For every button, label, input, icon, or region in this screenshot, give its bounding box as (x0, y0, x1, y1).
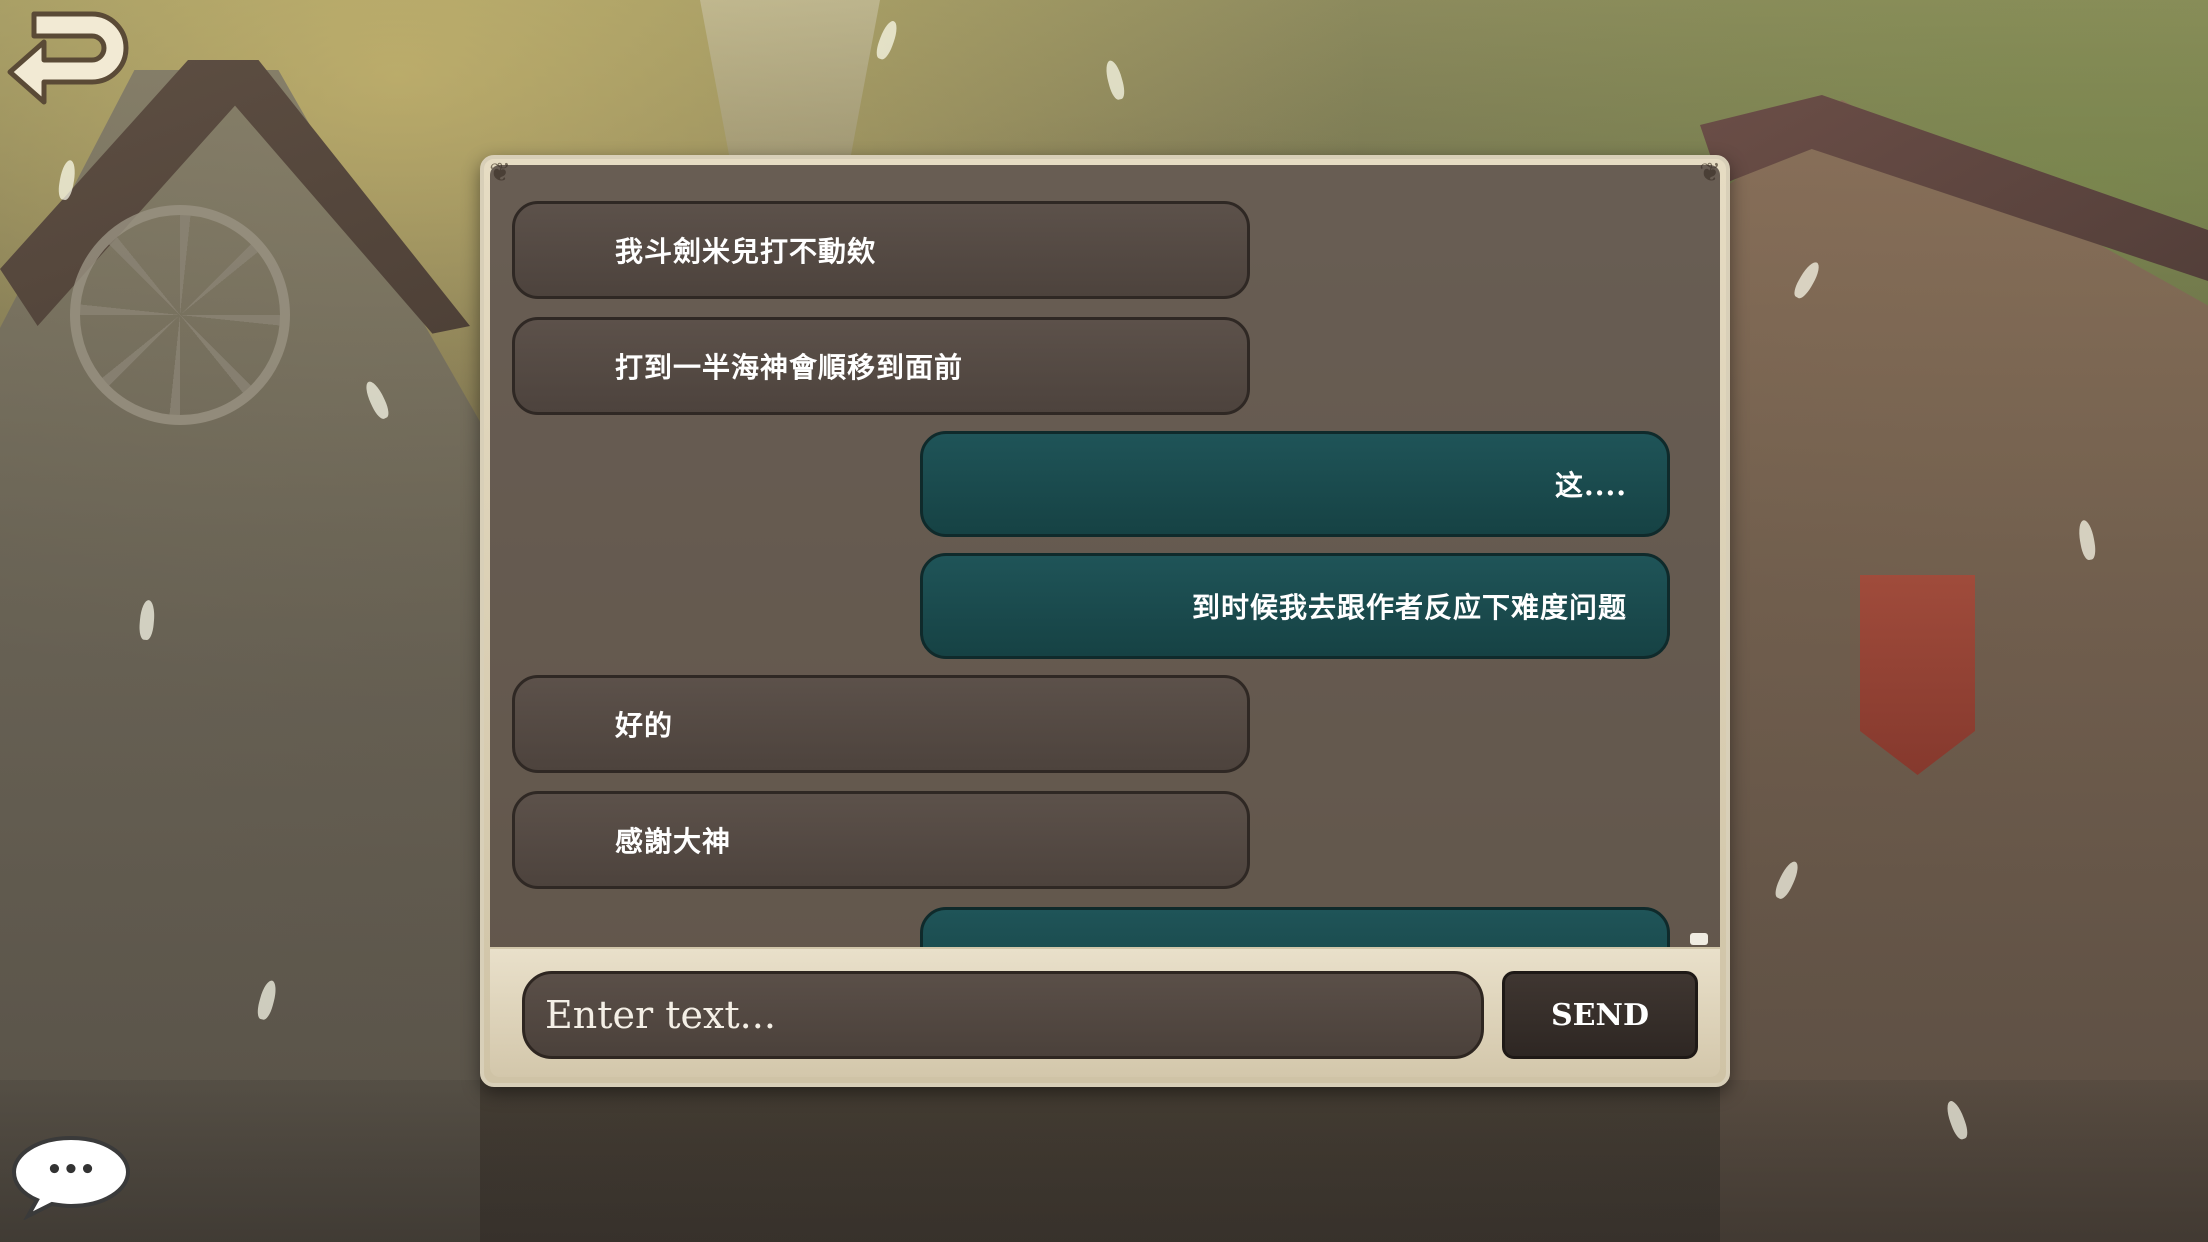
send-button[interactable]: SEND (1502, 971, 1698, 1059)
input-bar: SEND (490, 949, 1720, 1077)
message-bubble-self: 到时候我去跟作者反应下难度问题 (920, 553, 1670, 659)
message-bubble-self-partial (920, 907, 1670, 947)
send-button-label: SEND (1551, 997, 1649, 1033)
back-button[interactable] (4, 2, 136, 118)
chat-toggle-dots: ••• (46, 1155, 96, 1185)
speech-bubble-dots-icon: ••• (11, 1135, 131, 1221)
message-bubble-other: 好的 (512, 675, 1250, 773)
message-bubble-other: 我斗劍米兒打不動欸 (512, 201, 1250, 299)
chat-window: ❦ ❦ 我斗劍米兒打不動欸 打到一半海神會順移到面前 这.... 到时候我去跟作… (480, 155, 1730, 1087)
chat-toggle-button[interactable]: ••• (10, 1134, 132, 1221)
message-bubble-other: 打到一半海神會順移到面前 (512, 317, 1250, 415)
falling-petal (873, 18, 901, 62)
message-bubble-other: 感謝大神 (512, 791, 1250, 889)
message-text: 这.... (1555, 469, 1627, 502)
message-text: 感謝大神 (615, 825, 732, 858)
game-scene: ❦ ❦ 我斗劍米兒打不動欸 打到一半海神會順移到面前 这.... 到时候我去跟作… (0, 0, 2208, 1242)
background-ground (0, 1080, 2208, 1242)
message-text: 我斗劍米兒打不動欸 (615, 235, 877, 268)
curved-back-arrow-icon (7, 11, 129, 105)
message-bubble-self: 这.... (920, 431, 1670, 537)
message-list[interactable]: 我斗劍米兒打不動欸 打到一半海神會順移到面前 这.... 到时候我去跟作者反应下… (490, 165, 1720, 947)
message-input[interactable] (522, 971, 1484, 1059)
background-rose-window (70, 205, 290, 425)
falling-petal (1103, 58, 1127, 102)
message-text: 打到一半海神會順移到面前 (615, 351, 964, 384)
scrollbar-thumb[interactable] (1690, 933, 1708, 945)
message-text: 好的 (615, 709, 674, 742)
message-text: 到时候我去跟作者反应下难度问题 (1191, 591, 1627, 624)
